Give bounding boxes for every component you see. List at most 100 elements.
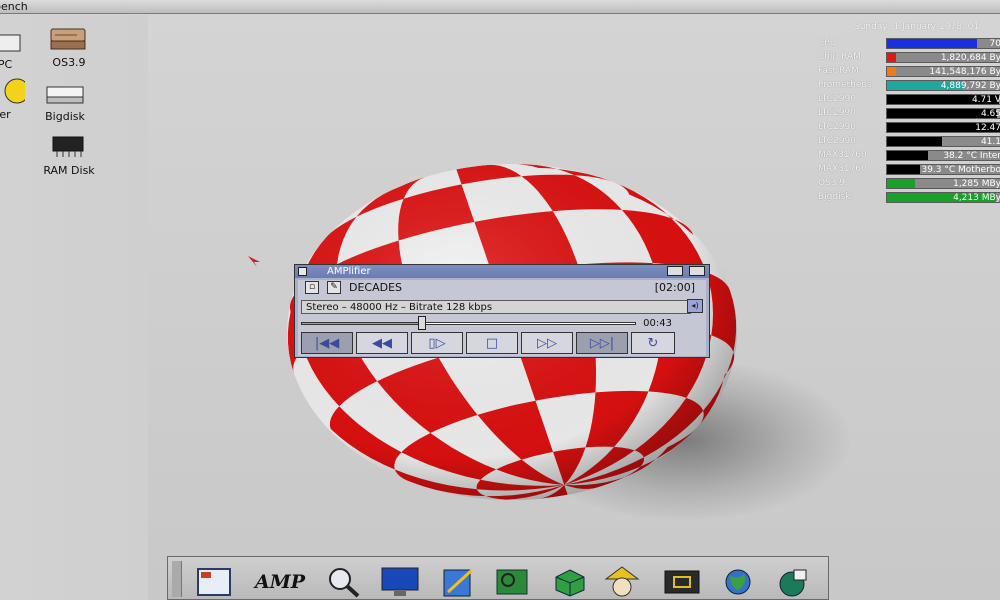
notepad-icon[interactable] (438, 565, 478, 599)
monitor-row: Chip RAM 1,820,684 By (816, 52, 1000, 64)
harddisk-icon (30, 77, 100, 107)
seek-progress (302, 323, 422, 324)
skip-forward-button[interactable]: ▷▷| (576, 332, 628, 354)
monitor-row: CPU 70 (816, 38, 1000, 50)
monitor-row-label: LTC2990 (818, 136, 856, 146)
monitor-row: Fast RAM 141,548,176 By (816, 66, 1000, 78)
dock-handle[interactable] (172, 561, 182, 597)
prefs-icon[interactable] (194, 565, 234, 599)
workbench-title-bar[interactable]: bench (0, 0, 1000, 14)
monitor-row: LTC2990 41.1 (816, 136, 1000, 148)
file-icon[interactable]: ▫ (305, 281, 319, 294)
skip-forward-icon: ▷▷| (589, 335, 615, 351)
song-row: ▫ ✎ DECADES [02:00] (301, 281, 701, 294)
volume-icon[interactable]: ◂) (687, 299, 703, 313)
depth-gadget-icon[interactable] (689, 266, 705, 276)
circuit-icon[interactable] (492, 565, 532, 599)
song-title: DECADES (349, 281, 403, 294)
earth-usb-icon[interactable] (774, 565, 814, 599)
rewind-icon: ◀◀ (372, 335, 392, 351)
monitor-row-value: 39.3 °C Motherbo (921, 165, 1000, 175)
song-duration: [02:00] (654, 281, 695, 294)
monitor-row-label: Bigdisk: (818, 192, 854, 202)
monitor-row-label: Chip RAM (818, 52, 861, 62)
monitor-bar: 4,213 MBy (886, 192, 1000, 203)
repeat-button[interactable]: ↻ (631, 332, 675, 354)
monitor-bar: 4,889,792 By (886, 80, 1000, 91)
monitor-row: OS3.9: 1,285 MBy (816, 178, 1000, 190)
monitor-bar: 141,548,176 By (886, 66, 1000, 77)
monitor-bar: 1,820,684 By (886, 52, 1000, 63)
monitor-row-value: 41.1 (980, 137, 1000, 147)
monitor-bar-fill (887, 151, 929, 160)
search-icon[interactable] (324, 565, 364, 599)
monitor-icon[interactable] (380, 565, 420, 599)
monitor-row-value: 38.2 °C Inter (943, 151, 1000, 161)
stream-info: Stereo – 48000 Hz – Bitrate 128 kbps (301, 300, 691, 314)
amplifier-titlebar[interactable]: AMPlifier (295, 265, 709, 278)
desktop-icon-label: Bigdisk (45, 110, 85, 123)
cube-icon[interactable] (550, 565, 590, 599)
ramdisk-icon (34, 131, 104, 161)
monitor-bar-fill (887, 179, 916, 188)
repeat-icon: ↻ (647, 335, 659, 351)
monitor-row-label: Fast RAM (818, 66, 859, 76)
monitor-row-value: 1,285 MBy (953, 179, 1000, 189)
monitor-row-value: 12.47 (975, 123, 1000, 133)
desktop-icon-ramdisk[interactable]: RAM Disk (34, 131, 104, 177)
monitor-row-value: 4.65 (980, 109, 1000, 119)
monitor-row-label: CPU (818, 38, 837, 48)
stop-icon: □ (485, 335, 499, 351)
monitor-row: Prometheus 4,889,792 By (816, 80, 1000, 92)
zoom-gadget-icon[interactable] (667, 266, 683, 276)
monitor-row: Bigdisk: 4,213 MBy (816, 192, 1000, 204)
seek-slider[interactable] (301, 322, 636, 325)
desktop-left-area: PC OS3.9 er Bigdisk RAM Disk (0, 15, 148, 600)
monitor-row-value: 70 (989, 39, 1000, 49)
rewind-button[interactable]: ◀◀ (356, 332, 408, 354)
monitor-bar-fill (887, 53, 897, 62)
fast-forward-button[interactable]: ▷▷ (521, 332, 573, 354)
close-gadget-icon[interactable] (298, 267, 307, 276)
desktop-icon-label: RAM Disk (43, 164, 95, 177)
monitor-row-label: Prometheus (818, 80, 872, 90)
monitor-row-label: LTC2990 (818, 108, 856, 118)
monitor-row-value: 141,548,176 By (929, 67, 1000, 77)
monitor-bar-fill (887, 165, 921, 174)
desktop-icon-os39[interactable]: OS3.9 (34, 23, 104, 69)
pause-button[interactable]: ▯▷ (411, 332, 463, 354)
amp-logo-text: AMP (254, 571, 306, 593)
edit-icon[interactable]: ✎ (327, 281, 341, 294)
amplifier-body: ▫ ✎ DECADES [02:00] Stereo – 48000 Hz – … (298, 280, 706, 356)
monitor-row-value: 1,820,684 By (940, 53, 1000, 63)
monitor-bar-fill (887, 39, 977, 48)
wizard-icon[interactable] (602, 565, 642, 599)
monitor-bar: 4.71 V (886, 94, 1000, 105)
seek-knob[interactable] (417, 316, 426, 330)
monitor-row-value: 4,889,792 By (940, 81, 1000, 91)
monitor-row: LTC2990 12.47 (816, 122, 1000, 134)
skip-back-button[interactable]: |◀◀ (301, 332, 353, 354)
monitor-row-label: MAX31760 (818, 150, 867, 160)
monitor-row-label: MAX31760 (818, 164, 867, 174)
monitor-row-value: 4.71 V (971, 95, 1000, 105)
dock-bar: AMP (167, 556, 829, 600)
monitor-bar: 12.47 (886, 122, 1000, 133)
monitor-row: MAX31760 39.3 °C Motherbo (816, 164, 1000, 176)
amplifier-title: AMPlifier (327, 266, 371, 277)
cdrom-icon[interactable] (662, 565, 702, 599)
globe-icon[interactable] (718, 565, 758, 599)
monitor-bar: 70 (886, 38, 1000, 49)
elapsed-time: 00:43 (643, 318, 672, 329)
monitor-bar: 39.3 °C Motherbo (886, 164, 1000, 175)
monitor-row: LTC2990 4.71 V (816, 94, 1000, 106)
monitor-bar: 1,285 MBy (886, 178, 1000, 189)
pause-icon: ▯▷ (428, 335, 446, 351)
harddisk-icon (34, 23, 104, 53)
amplifier-window[interactable]: AMPlifier ▫ ✎ DECADES [02:00] Stereo – 4… (294, 264, 710, 358)
stop-button[interactable]: □ (466, 332, 518, 354)
monitor-row-label: LTC2990 (818, 122, 856, 132)
amp-logo[interactable]: AMP (248, 565, 312, 599)
desktop-icon-bigdisk[interactable]: Bigdisk (30, 77, 100, 123)
monitor-row-label: OS3.9: (818, 178, 849, 188)
